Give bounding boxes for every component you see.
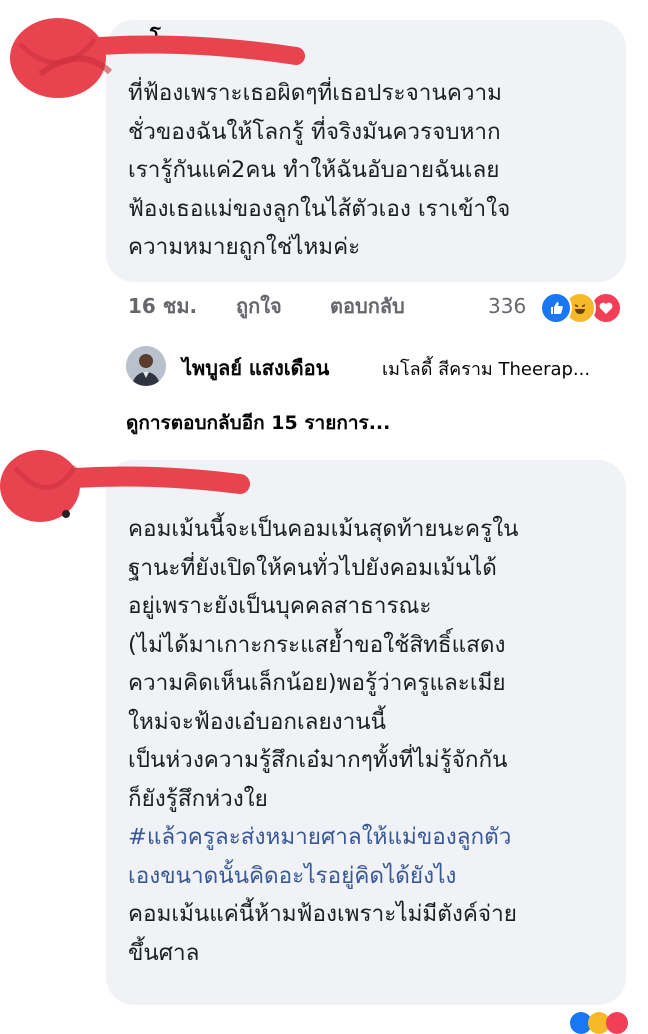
comment-line: คอมเม้นแค่นี้ห้ามฟ้องเพราะไม่มีตังค์จ่าย — [128, 901, 517, 927]
comment-text: คอมเม้นนี้จะเป็นคอมเม้นสุดท้ายนะครูใน ฐา… — [128, 510, 612, 972]
like-icon — [540, 292, 572, 324]
reaction-count[interactable]: 336 — [488, 294, 526, 318]
reply-preview-text: เมโลดี้ สีคราม Theerap... — [382, 359, 591, 380]
comment-line: เป็นห่วงความรู้สึกเอ๋มากๆทั้งที่ไม่รู้จั… — [128, 747, 508, 773]
reply-preview-row[interactable]: ไพบูลย์ แสงเดือน เมโลดี้ สีคราม Theerap.… — [126, 346, 626, 390]
view-more-replies-link[interactable]: ดูการตอบกลับอีก 15 รายการ... — [126, 408, 390, 438]
comment-line: ฟ้องเธอแม่ของลูกในไส้ตัวเอง เราเข้าใจ — [128, 195, 511, 222]
comment-bubble-2: คอมเม้นนี้จะเป็นคอมเม้นสุดท้ายนะครูใน ฐา… — [106, 460, 626, 1005]
comment-line: เรารู้กันแค่2คน ทำให้ฉันอับอายฉันเลย — [128, 157, 500, 183]
comment-line: อยู่เพราะยังเป็นบุคคลสาธารณะ — [128, 593, 432, 619]
redaction-scribble — [0, 450, 250, 522]
comment-line: ฐานะที่ยังเปิดให้คนทั่วไปยังคอมเม้นได้ — [128, 554, 497, 581]
comment-line: ชั่วของฉันให้โลกรู้ ที่จริงมันควรจบหาก — [128, 118, 501, 145]
comment-line: (ไม่ได้มาเกาะกระแสย้ำขอใช้สิทธิ์แสดง — [128, 631, 506, 658]
avatar[interactable] — [126, 346, 166, 386]
redaction-scribble — [10, 18, 305, 98]
comment-line: ความคิดเห็นเล็กน้อย)พอรู้ว่าครูและเมีย — [128, 670, 506, 696]
comment-line: ก็ยังรู้สึกห่วงใย — [128, 785, 268, 812]
comment-line: ขึ้นศาล — [128, 939, 200, 966]
reply-author-name[interactable]: ไพบูลย์ แสงเดือน — [182, 352, 329, 384]
like-button[interactable]: ถูกใจ — [236, 290, 282, 322]
comment-time[interactable]: 16 ชม. — [128, 290, 197, 322]
hashtag-link[interactable]: เองขนาดนั้นคิดอะไรอยู่คิดได้ยังไง — [128, 857, 612, 896]
hashtag-link[interactable]: #แล้วครูละส่งหมายศาลให้แม่ของลูกตัว — [128, 818, 612, 857]
reaction-icons[interactable] — [540, 292, 628, 324]
reply-button[interactable]: ตอบกลับ — [330, 290, 405, 322]
love-icon — [606, 1012, 628, 1034]
comment-line: ความหมายถูกใช่ไหมค่ะ — [128, 234, 361, 260]
comment-line: ใหม่จะฟ้องเอ๋บอกเลยงานนี้ — [128, 708, 387, 735]
